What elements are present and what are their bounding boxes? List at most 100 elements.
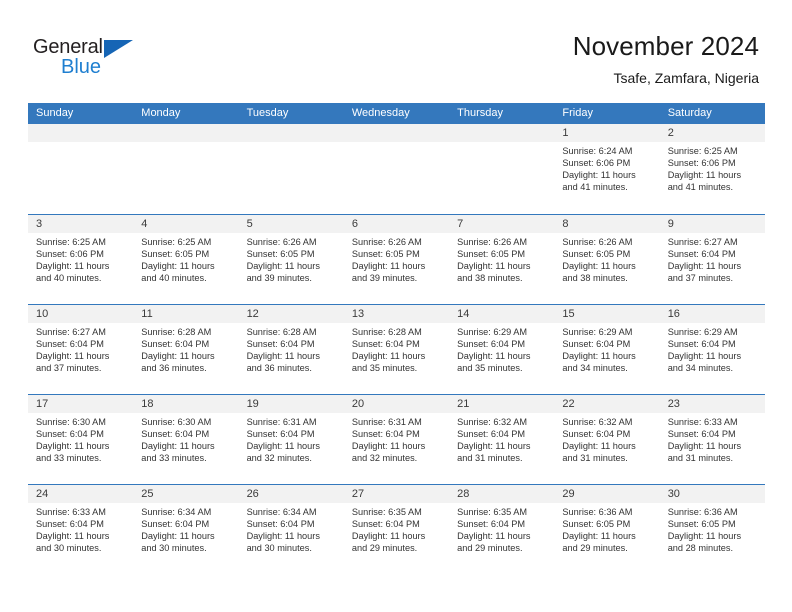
calendar-day-cell[interactable]: 29 Sunrise: 6:36 AM Sunset: 6:05 PM Dayligh… [554,485,660,574]
calendar-day-cell[interactable]: 19 Sunrise: 6:31 AM Sunset: 6:04 PM Dayligh… [238,395,344,484]
calendar-day-cell[interactable]: 4 Sunrise: 6:25 AM Sunset: 6:05 PM Daylight… [133,215,239,304]
day-sun-info: Sunrise: 6:25 AM Sunset: 6:05 PM Daylight:… [133,233,238,284]
sunrise-text: Sunrise: 6:32 AM [457,417,528,427]
day-number: 5 [238,215,344,233]
calendar-day-cell[interactable]: 12 Sunrise: 6:28 AM Sunset: 6:04 PM Dayligh… [238,305,344,394]
calendar-day-cell[interactable]: 15 Sunrise: 6:29 AM Sunset: 6:04 PM Dayligh… [554,305,660,394]
calendar-day-cell[interactable]: 28 Sunrise: 6:35 AM Sunset: 6:04 PM Dayligh… [449,485,555,574]
sunrise-text: Sunrise: 6:28 AM [246,327,317,337]
daylight-text-line2: and 31 minutes. [457,453,523,464]
daylight-text-line2: and 31 minutes. [667,453,734,464]
calendar-day-cell[interactable]: 2 Sunrise: 6:25 AM Sunset: 6:06 PM Daylight… [659,124,765,214]
day-sun-info: Sunrise: 6:26 AM Sunset: 6:05 PM Daylight:… [344,233,449,284]
calendar-day-cell[interactable]: 13 Sunrise: 6:28 AM Sunset: 6:04 PM Dayligh… [343,305,450,394]
day-number: 26 [238,485,344,503]
sunrise-text: Sunrise: 6:25 AM [36,237,106,247]
sunset-text: Sunset: 6:04 PM [246,519,315,530]
daylight-text-line1: Daylight: 11 hours [562,441,636,452]
calendar-day-cell[interactable]: 6 Sunrise: 6:26 AM Sunset: 6:05 PM Daylight… [343,215,450,304]
daylight-text-line2: and 34 minutes. [667,363,734,374]
sunrise-text: Sunrise: 6:36 AM [667,507,738,517]
daylight-text-line1: Daylight: 11 hours [667,441,742,452]
calendar-day-cell[interactable]: 30 Sunrise: 6:36 AM Sunset: 6:05 PM Dayligh… [659,485,765,574]
daylight-text-line1: Daylight: 11 hours [562,261,636,272]
calendar-day-cell-empty [133,124,239,214]
day-sun-info: Sunrise: 6:30 AM Sunset: 6:04 PM Daylight:… [133,413,238,464]
sunrise-text: Sunrise: 6:30 AM [36,417,106,427]
calendar-day-cell[interactable]: 10 Sunrise: 6:27 AM Sunset: 6:04 PM Dayligh… [28,305,134,394]
weekday-header-row: Sunday Monday Tuesday Wednesday Thursday… [28,103,765,124]
calendar-day-cell[interactable]: 25 Sunrise: 6:34 AM Sunset: 6:04 PM Dayligh… [133,485,239,574]
weekday-header-sunday: Sunday [36,107,74,119]
calendar-day-cell-empty [449,124,555,214]
day-number: 23 [659,395,765,413]
general-blue-logo[interactable]: General Blue [33,36,153,84]
daylight-text-line1: Daylight: 11 hours [246,351,320,362]
calendar-day-cell[interactable]: 24 Sunrise: 6:33 AM Sunset: 6:04 PM Dayligh… [28,485,134,574]
calendar-day-cell[interactable]: 27 Sunrise: 6:35 AM Sunset: 6:04 PM Dayligh… [343,485,450,574]
title-block: November 2024 Tsafe, Zamfara, Nigeria [573,30,759,88]
day-number: 20 [343,395,450,413]
calendar-day-cell[interactable]: 9 Sunrise: 6:27 AM Sunset: 6:04 PM Daylight… [659,215,765,304]
day-sun-info: Sunrise: 6:30 AM Sunset: 6:04 PM Daylight:… [28,413,133,464]
calendar-day-cell[interactable]: 21 Sunrise: 6:32 AM Sunset: 6:04 PM Dayligh… [449,395,555,484]
day-sun-info: Sunrise: 6:31 AM Sunset: 6:04 PM Daylight:… [239,413,344,464]
daylight-text-line1: Daylight: 11 hours [562,351,636,362]
daylight-text-line1: Daylight: 11 hours [141,351,215,362]
sunrise-text: Sunrise: 6:29 AM [457,327,528,337]
calendar-day-cell[interactable]: 26 Sunrise: 6:34 AM Sunset: 6:04 PM Dayligh… [238,485,344,574]
day-sun-info: Sunrise: 6:32 AM Sunset: 6:04 PM Daylight:… [554,413,659,464]
daylight-text-line1: Daylight: 11 hours [141,261,215,272]
daylight-text-line2: and 40 minutes. [36,273,102,284]
sunrise-text: Sunrise: 6:32 AM [562,417,633,427]
calendar-day-cell[interactable]: 22 Sunrise: 6:32 AM Sunset: 6:04 PM Dayligh… [554,395,660,484]
sunset-text: Sunset: 6:04 PM [141,519,210,530]
day-number: 19 [238,395,344,413]
day-sun-info: Sunrise: 6:25 AM Sunset: 6:06 PM Daylight:… [660,142,765,193]
day-sun-info: Sunrise: 6:36 AM Sunset: 6:05 PM Daylight:… [660,503,765,554]
sunset-text: Sunset: 6:06 PM [667,158,736,169]
sunrise-text: Sunrise: 6:26 AM [351,237,422,247]
calendar-day-cell[interactable]: 18 Sunrise: 6:30 AM Sunset: 6:04 PM Dayligh… [133,395,239,484]
day-number: 2 [659,124,765,142]
calendar-day-cell[interactable]: 20 Sunrise: 6:31 AM Sunset: 6:04 PM Dayligh… [343,395,450,484]
daylight-text-line1: Daylight: 11 hours [246,441,320,452]
sunrise-text: Sunrise: 6:28 AM [351,327,422,337]
calendar-day-cell[interactable]: 16 Sunrise: 6:29 AM Sunset: 6:04 PM Dayligh… [659,305,765,394]
daylight-text-line1: Daylight: 11 hours [457,261,531,272]
calendar-day-cell[interactable]: 17 Sunrise: 6:30 AM Sunset: 6:04 PM Dayligh… [28,395,134,484]
calendar-day-cell[interactable]: 23 Sunrise: 6:33 AM Sunset: 6:04 PM Dayligh… [659,395,765,484]
day-sun-info: Sunrise: 6:33 AM Sunset: 6:04 PM Daylight:… [28,503,133,554]
day-number: 14 [449,305,555,323]
weekday-header-wednesday: Wednesday [351,107,410,119]
daylight-text-line1: Daylight: 11 hours [667,170,742,181]
daylight-text-line2: and 39 minutes. [246,273,312,284]
sunset-text: Sunset: 6:04 PM [141,429,210,440]
calendar-day-cell[interactable]: 8 Sunrise: 6:26 AM Sunset: 6:05 PM Daylight… [554,215,660,304]
calendar-day-cell[interactable]: 5 Sunrise: 6:26 AM Sunset: 6:05 PM Daylight… [238,215,344,304]
day-sun-info: Sunrise: 6:34 AM Sunset: 6:04 PM Daylight:… [133,503,238,554]
day-number: 1 [554,124,660,142]
daylight-text-line1: Daylight: 11 hours [667,531,742,542]
sunrise-text: Sunrise: 6:25 AM [667,146,738,156]
calendar-week-row: 17 Sunrise: 6:30 AM Sunset: 6:04 PM Dayligh… [28,394,765,484]
sunset-text: Sunset: 6:05 PM [562,519,631,530]
sunrise-text: Sunrise: 6:26 AM [246,237,317,247]
logo-text-blue: Blue [61,56,102,78]
calendar-day-cell[interactable]: 7 Sunrise: 6:26 AM Sunset: 6:05 PM Daylight… [449,215,555,304]
daylight-text-line2: and 28 minutes. [667,543,734,554]
sunset-text: Sunset: 6:04 PM [667,249,736,260]
weekday-header-thursday: Thursday [457,107,503,119]
calendar-day-cell[interactable]: 1 Sunrise: 6:24 AM Sunset: 6:06 PM Daylight… [554,124,660,214]
sunset-text: Sunset: 6:04 PM [141,339,210,350]
daylight-text-line1: Daylight: 11 hours [562,170,636,181]
day-number: 21 [449,395,555,413]
calendar-day-cell[interactable]: 11 Sunrise: 6:28 AM Sunset: 6:04 PM Dayligh… [133,305,239,394]
calendar-day-cell[interactable]: 14 Sunrise: 6:29 AM Sunset: 6:04 PM Dayligh… [449,305,555,394]
day-number: 15 [554,305,660,323]
day-number [449,124,555,142]
calendar-day-cell-empty [238,124,344,214]
daylight-text-line2: and 31 minutes. [562,453,628,464]
day-number: 25 [133,485,239,503]
calendar-day-cell[interactable]: 3 Sunrise: 6:25 AM Sunset: 6:06 PM Daylight… [28,215,134,304]
